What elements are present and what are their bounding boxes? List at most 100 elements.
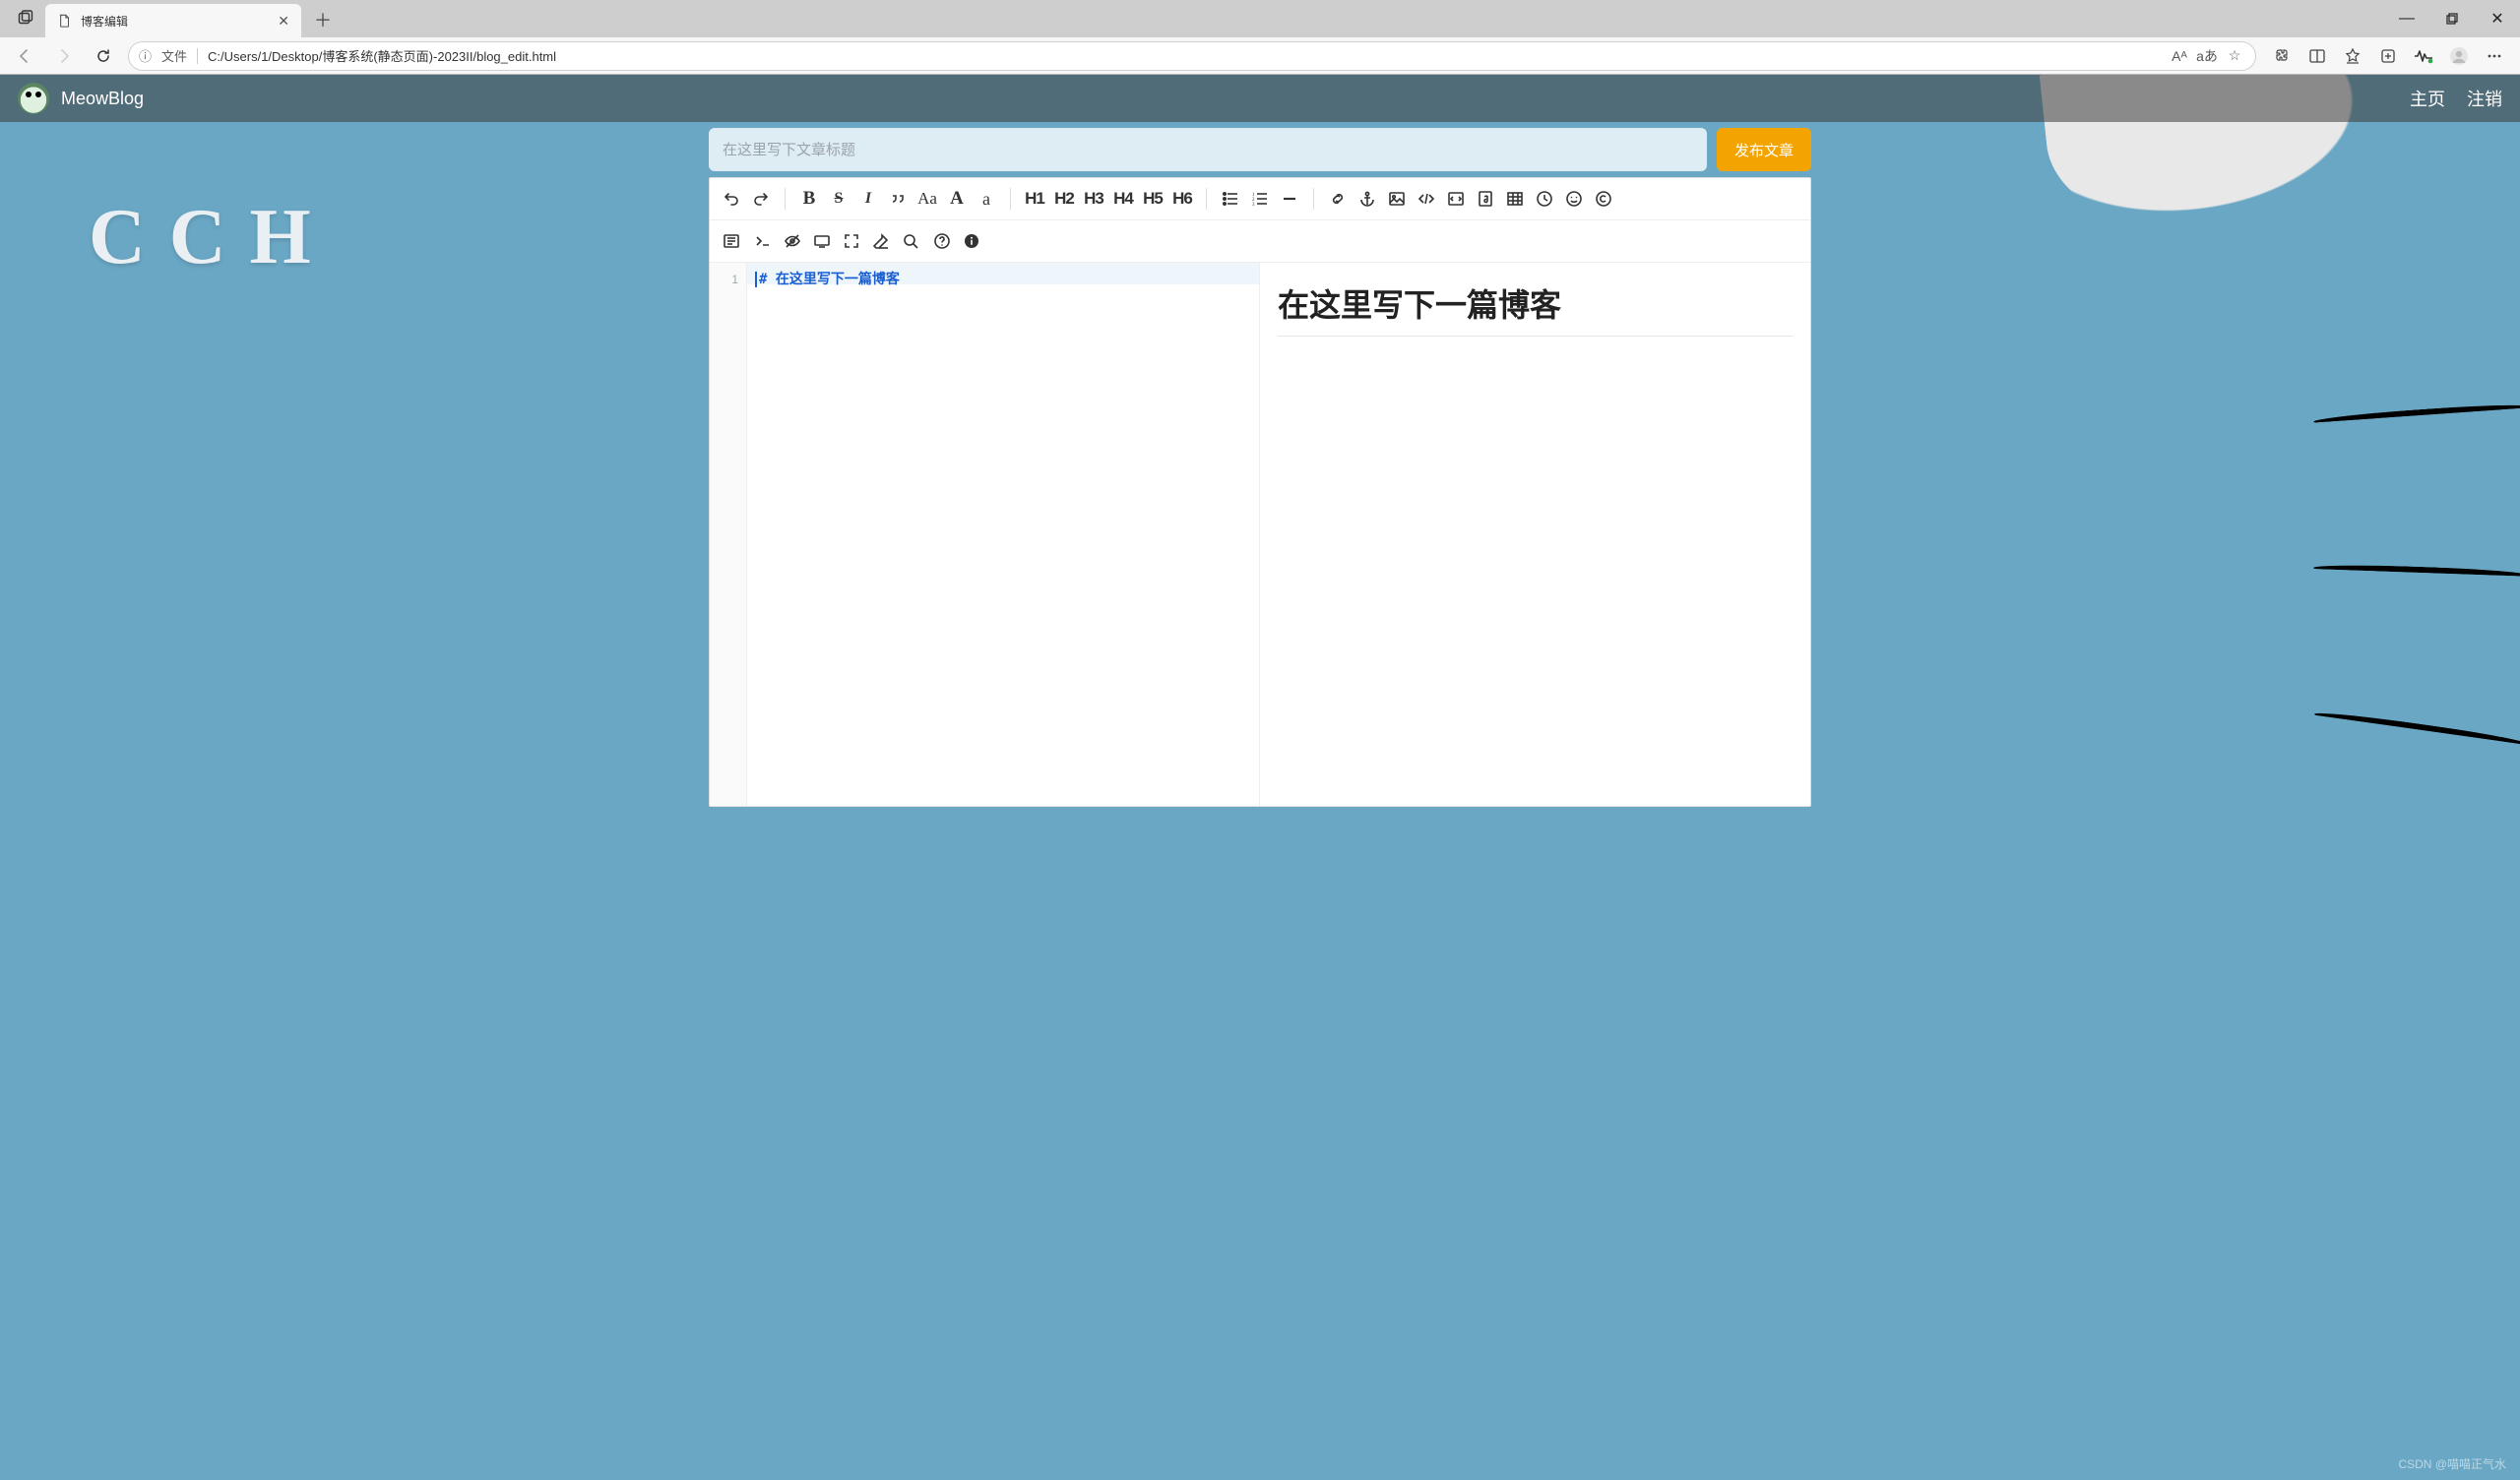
h1-button[interactable]: H1 xyxy=(1021,184,1048,214)
site-logo-icon xyxy=(18,83,49,114)
h4-button[interactable]: H4 xyxy=(1109,184,1137,214)
terminal-button[interactable] xyxy=(749,226,777,256)
help-button[interactable] xyxy=(928,226,956,256)
whisker-line xyxy=(2313,709,2520,750)
image-button[interactable] xyxy=(1383,184,1411,214)
h2-button[interactable]: H2 xyxy=(1050,184,1078,214)
divider xyxy=(197,48,198,64)
lowercase-button[interactable]: a xyxy=(973,184,1000,214)
preview-heading: 在这里写下一篇博客 xyxy=(1278,280,1793,337)
separator xyxy=(1206,188,1207,210)
read-aloud-icon[interactable]: Aᴬ xyxy=(2169,45,2190,67)
editor-toolbar-secondary xyxy=(710,220,1810,263)
tabs-overview-icon[interactable] xyxy=(10,2,41,33)
toc-button[interactable] xyxy=(718,226,745,256)
window-maximize-button[interactable] xyxy=(2429,0,2475,37)
watermark-text: CSDN @喵喵正气水 xyxy=(2398,1455,2506,1472)
copyright-button[interactable] xyxy=(1590,184,1617,214)
translate-icon[interactable]: aあ xyxy=(2196,45,2218,67)
address-strip: ⓘ 文件 C:/Users/1/Desktop/博客系统(静态页面)-2023I… xyxy=(0,37,2520,74)
site-title: MeowBlog xyxy=(61,89,144,109)
nav-home-link[interactable]: 主页 xyxy=(2410,86,2445,111)
horizontal-rule-button[interactable] xyxy=(1276,184,1303,214)
code-button[interactable] xyxy=(1413,184,1440,214)
preview-pane: 在这里写下一篇博客 xyxy=(1260,263,1810,806)
profile-avatar-icon[interactable] xyxy=(2443,40,2475,72)
code-block-button[interactable] xyxy=(1442,184,1470,214)
h6-button[interactable]: H6 xyxy=(1168,184,1196,214)
nav-logout-link[interactable]: 注销 xyxy=(2467,86,2502,111)
page-content: C C H MeowBlog 主页 注销 发布文章 B S I xyxy=(0,75,2520,1480)
address-right-icons: Aᴬ aあ ☆ xyxy=(2169,45,2245,67)
markdown-editor: B S I Aa A a H1 H2 H3 H4 H5 H6 123 xyxy=(709,177,1811,807)
address-url: C:/Users/1/Desktop/博客系统(静态页面)-2023II/blo… xyxy=(208,46,2159,65)
publish-button[interactable]: 发布文章 xyxy=(1717,128,1811,171)
anchor-button[interactable] xyxy=(1354,184,1381,214)
table-button[interactable] xyxy=(1501,184,1529,214)
address-bar[interactable]: ⓘ 文件 C:/Users/1/Desktop/博客系统(静态页面)-2023I… xyxy=(128,41,2256,71)
extensions-icon[interactable] xyxy=(2266,40,2298,72)
undo-button[interactable] xyxy=(718,184,745,214)
italic-button[interactable]: I xyxy=(854,184,882,214)
bold-button[interactable]: B xyxy=(795,184,823,214)
separator xyxy=(1313,188,1314,210)
post-title-input[interactable] xyxy=(709,128,1707,171)
uppercase-button[interactable]: A xyxy=(943,184,971,214)
background-decorative-text: C C H xyxy=(89,193,313,282)
editor-panes: 1 # 在这里写下一篇博客 在这里写下一篇博客 xyxy=(710,263,1810,806)
browser-chrome: 博客编辑 ✕ ＋ — ✕ ⓘ 文件 C:/Users/1/Desktop/博客系… xyxy=(0,0,2520,75)
datetime-button[interactable] xyxy=(1531,184,1558,214)
nav-forward-button xyxy=(49,41,79,71)
line-number: 1 xyxy=(710,269,738,290)
svg-text:3: 3 xyxy=(1252,203,1255,208)
tab-title: 博客编辑 xyxy=(81,13,270,30)
whisker-line xyxy=(2313,563,2520,581)
workspace: 发布文章 B S I Aa A a H1 H2 H3 H4 H5 H xyxy=(709,128,1811,807)
favorites-bar-icon[interactable] xyxy=(2337,40,2368,72)
more-menu-icon[interactable] xyxy=(2479,40,2510,72)
site-info-icon[interactable]: ⓘ xyxy=(139,46,152,65)
source-pane[interactable]: # 在这里写下一篇博客 xyxy=(747,263,1260,806)
address-label: 文件 xyxy=(161,46,187,65)
preview-toggle-button[interactable] xyxy=(808,226,836,256)
quote-button[interactable] xyxy=(884,184,912,214)
text-case-button[interactable]: Aa xyxy=(914,184,941,214)
nav-back-button[interactable] xyxy=(10,41,39,71)
site-nav: 主页 注销 xyxy=(2410,86,2502,111)
link-button[interactable] xyxy=(1324,184,1352,214)
performance-icon[interactable] xyxy=(2408,40,2439,72)
info-button[interactable] xyxy=(958,226,985,256)
browser-tab-active[interactable]: 博客编辑 ✕ xyxy=(45,4,301,37)
redo-button[interactable] xyxy=(747,184,775,214)
line-number-gutter: 1 xyxy=(710,263,747,806)
editor-toolbar: B S I Aa A a H1 H2 H3 H4 H5 H6 123 xyxy=(710,178,1810,220)
new-tab-button[interactable]: ＋ xyxy=(307,4,339,35)
markdown-hash: # xyxy=(759,272,767,287)
eraser-button[interactable] xyxy=(867,226,895,256)
music-file-button[interactable] xyxy=(1472,184,1499,214)
separator xyxy=(1010,188,1011,210)
window-minimize-button[interactable]: — xyxy=(2384,0,2429,37)
favorite-star-icon[interactable]: ☆ xyxy=(2224,45,2245,67)
window-close-button[interactable]: ✕ xyxy=(2475,0,2520,37)
unordered-list-button[interactable] xyxy=(1217,184,1244,214)
nav-refresh-button[interactable] xyxy=(89,41,118,71)
fullscreen-button[interactable] xyxy=(838,226,865,256)
chrome-right-icons xyxy=(2266,40,2510,72)
separator xyxy=(785,188,786,210)
h5-button[interactable]: H5 xyxy=(1139,184,1166,214)
search-button[interactable] xyxy=(897,226,924,256)
ordered-list-button[interactable]: 123 xyxy=(1246,184,1274,214)
window-controls: — ✕ xyxy=(2384,0,2520,37)
split-screen-icon[interactable] xyxy=(2301,40,2333,72)
source-text: 在这里写下一篇博客 xyxy=(776,272,900,287)
collections-icon[interactable] xyxy=(2372,40,2404,72)
emoji-button[interactable] xyxy=(1560,184,1588,214)
text-cursor xyxy=(755,272,757,287)
watch-toggle-button[interactable] xyxy=(779,226,806,256)
whisker-line xyxy=(2313,401,2520,426)
tab-close-icon[interactable]: ✕ xyxy=(278,13,289,30)
title-row: 发布文章 xyxy=(709,128,1811,171)
h3-button[interactable]: H3 xyxy=(1080,184,1107,214)
strikethrough-button[interactable]: S xyxy=(825,184,852,214)
